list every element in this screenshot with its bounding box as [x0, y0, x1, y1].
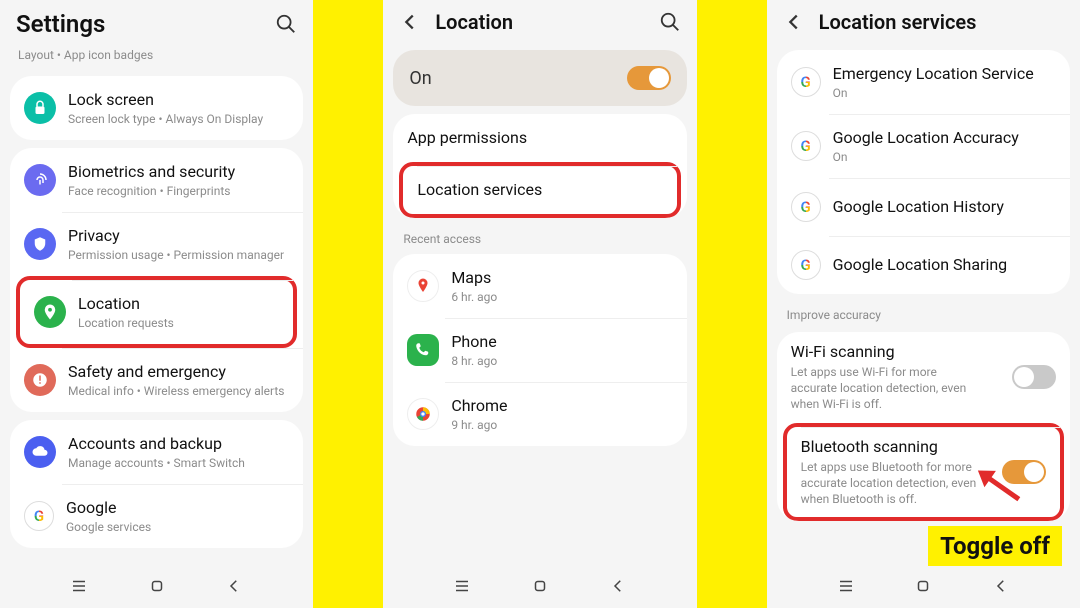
- settings-group-3: Accounts and backupManage accounts • Sma…: [10, 420, 303, 548]
- settings-item-lock-screen[interactable]: Lock screenScreen lock type • Always On …: [10, 76, 303, 140]
- item-app-permissions[interactable]: App permissions: [393, 114, 686, 162]
- nav-home-icon[interactable]: [148, 577, 166, 599]
- fingerprint-icon: [24, 164, 56, 196]
- nav-home-icon[interactable]: [914, 577, 932, 599]
- shield-icon: [24, 228, 56, 260]
- page-title: Location services: [819, 10, 1064, 34]
- toggle-switch[interactable]: [627, 66, 671, 90]
- google-icon: G: [791, 250, 821, 280]
- recent-access-list: Maps6 hr. ago Phone8 hr. ago Chrome9 hr.…: [393, 254, 686, 446]
- settings-group-1: Lock screenScreen lock type • Always On …: [10, 76, 303, 140]
- toggle-switch[interactable]: [1012, 365, 1056, 389]
- pin-icon: [34, 296, 66, 328]
- google-icon: G: [791, 131, 821, 161]
- truncated-prev-item: Layout • App icon badges: [0, 46, 313, 68]
- cloud-icon: [24, 436, 56, 468]
- alert-icon: [24, 364, 56, 396]
- nav-bar: [767, 568, 1080, 608]
- search-icon[interactable]: [659, 11, 681, 33]
- nav-recents-icon[interactable]: [70, 577, 88, 599]
- nav-recents-icon[interactable]: [837, 577, 855, 599]
- page-title: Location: [435, 10, 658, 34]
- google-icon: G: [791, 67, 821, 97]
- settings-group-2: Biometrics and securityFace recognition …: [10, 148, 303, 412]
- phone-icon: [407, 334, 439, 366]
- location-items: App permissions Location services: [393, 114, 686, 218]
- search-icon[interactable]: [275, 13, 297, 35]
- back-icon[interactable]: [399, 11, 421, 33]
- page-title: Settings: [16, 10, 275, 38]
- header: Location: [383, 0, 696, 42]
- nav-bar: [0, 568, 313, 608]
- google-icon: G: [24, 501, 54, 531]
- recent-access-label: Recent access: [383, 226, 696, 246]
- lock-icon: [24, 92, 56, 124]
- nav-bar: [383, 568, 696, 608]
- item-location-sharing[interactable]: G Google Location Sharing: [777, 236, 1070, 294]
- improve-accuracy-label: Improve accuracy: [767, 302, 1080, 324]
- header: Location services: [767, 0, 1080, 42]
- item-location-history[interactable]: G Google Location History: [777, 178, 1070, 236]
- chrome-icon: [407, 398, 439, 430]
- maps-icon: [407, 270, 439, 302]
- back-icon[interactable]: [783, 11, 805, 33]
- recent-app-maps[interactable]: Maps6 hr. ago: [393, 254, 686, 318]
- nav-recents-icon[interactable]: [453, 577, 471, 599]
- nav-back-icon[interactable]: [992, 577, 1010, 599]
- settings-item-privacy[interactable]: PrivacyPermission usage • Permission man…: [10, 212, 303, 276]
- recent-app-chrome[interactable]: Chrome9 hr. ago: [393, 382, 686, 446]
- nav-home-icon[interactable]: [531, 577, 549, 599]
- item-location-accuracy[interactable]: G Google Location AccuracyOn: [777, 114, 1070, 178]
- nav-back-icon[interactable]: [225, 577, 243, 599]
- google-services-list: G Emergency Location ServiceOn G Google …: [777, 50, 1070, 294]
- item-wifi-scanning[interactable]: Wi-Fi scanningLet apps use Wi-Fi for mor…: [777, 332, 1070, 423]
- settings-item-accounts[interactable]: Accounts and backupManage accounts • Sma…: [10, 420, 303, 484]
- settings-item-safety[interactable]: Safety and emergencyMedical info • Wirel…: [10, 348, 303, 412]
- item-emergency-location[interactable]: G Emergency Location ServiceOn: [777, 50, 1070, 114]
- settings-item-biometrics[interactable]: Biometrics and securityFace recognition …: [10, 148, 303, 212]
- settings-item-location[interactable]: LocationLocation requests: [16, 276, 297, 348]
- google-icon: G: [791, 192, 821, 222]
- phone-location-services: Location services G Emergency Location S…: [767, 0, 1080, 608]
- phone-location: Location On App permissions Location ser…: [383, 0, 696, 608]
- nav-back-icon[interactable]: [609, 577, 627, 599]
- header: Settings: [0, 0, 313, 46]
- item-location-services[interactable]: Location services: [399, 162, 680, 218]
- settings-item-google[interactable]: G GoogleGoogle services: [10, 484, 303, 548]
- location-master-toggle[interactable]: On: [393, 50, 686, 106]
- annotation-toggle-off: Toggle off: [928, 526, 1062, 566]
- recent-app-phone[interactable]: Phone8 hr. ago: [393, 318, 686, 382]
- phone-settings: Settings Layout • App icon badges Lock s…: [0, 0, 313, 608]
